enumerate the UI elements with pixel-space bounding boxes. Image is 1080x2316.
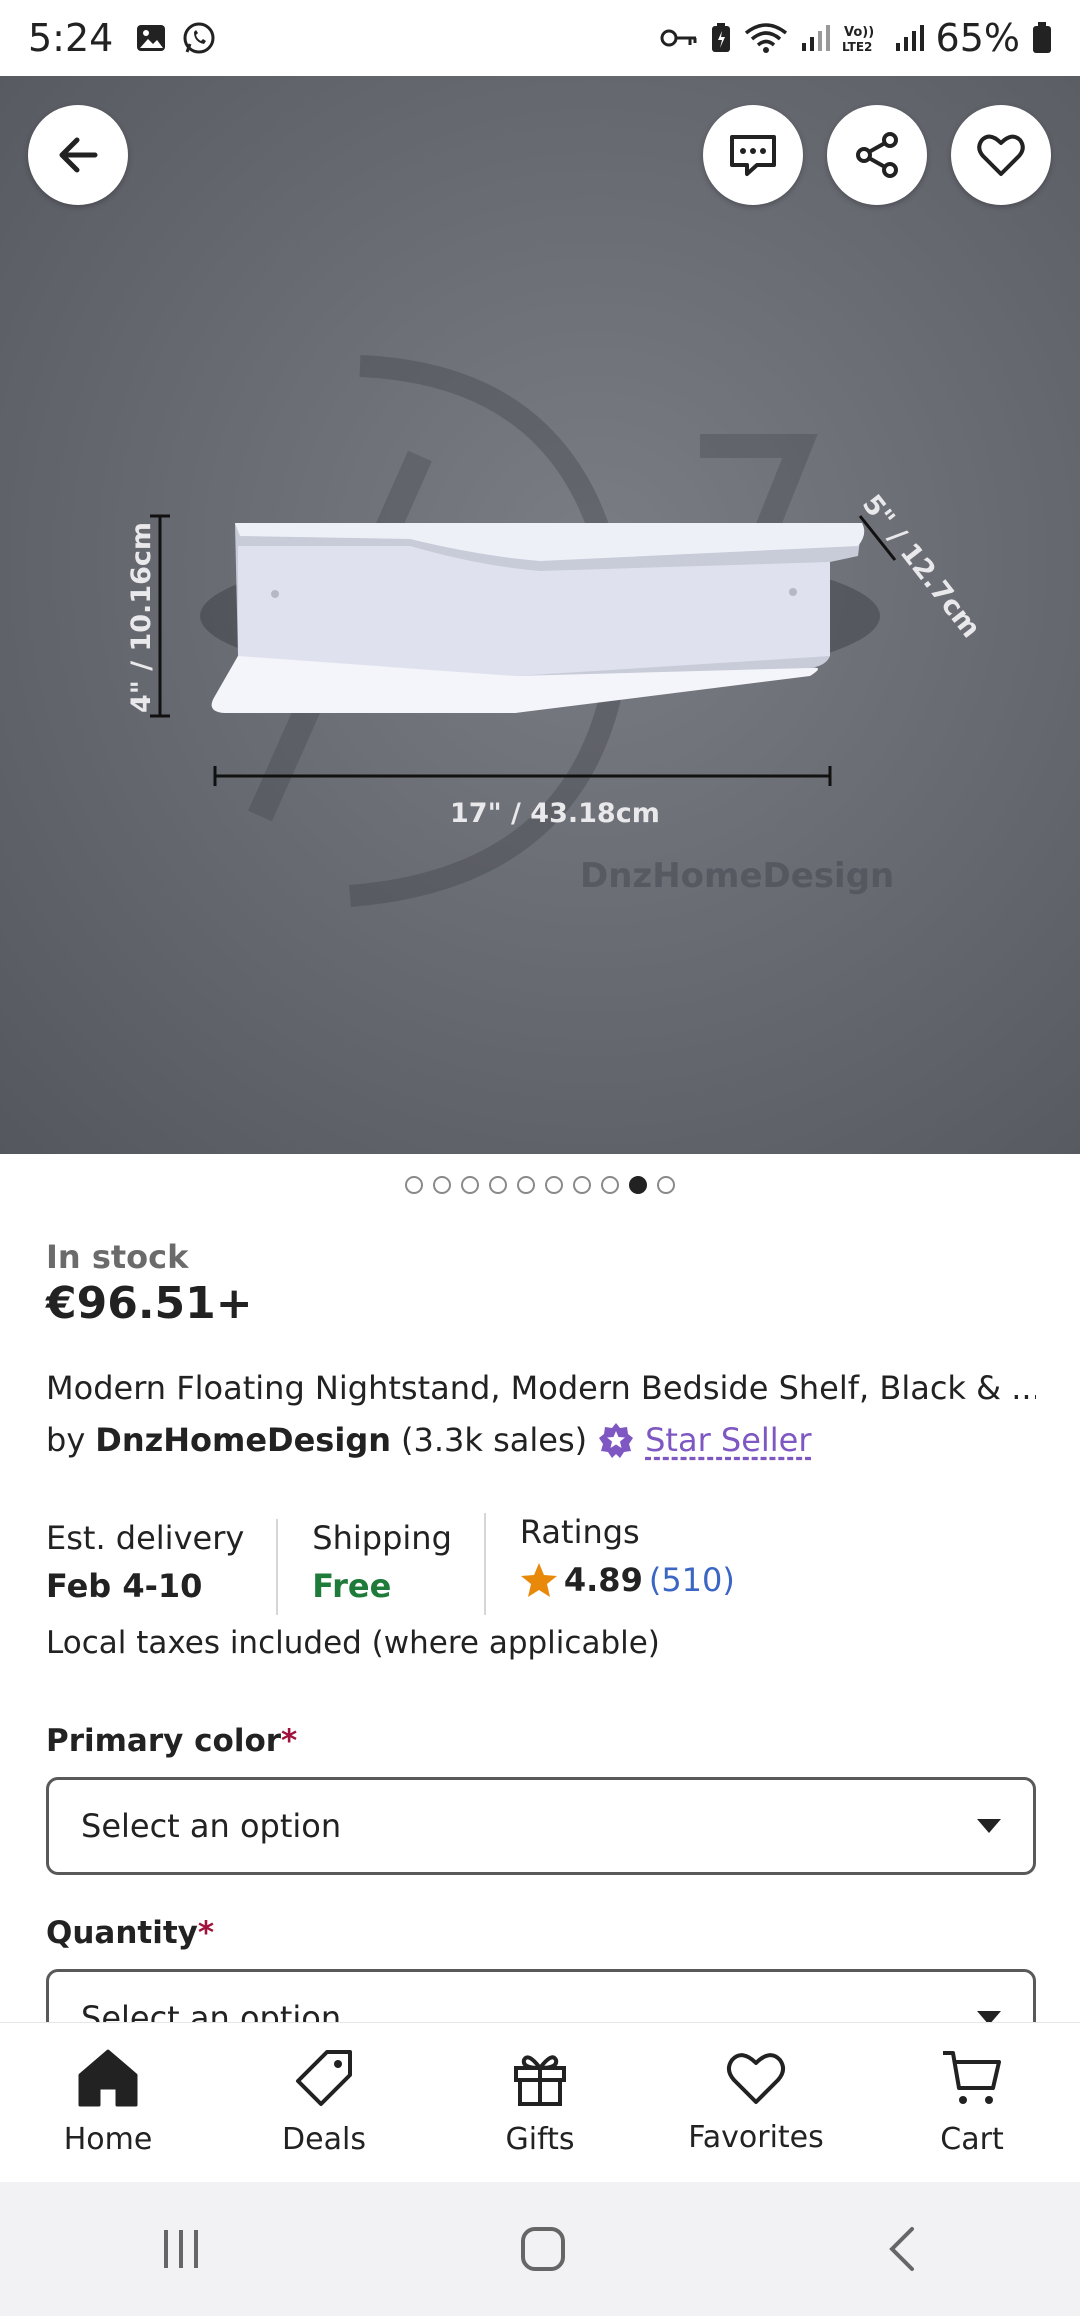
shipping-label: Shipping	[312, 1519, 452, 1557]
favorite-button[interactable]	[951, 105, 1051, 205]
nav-home[interactable]: Home	[8, 2048, 208, 2157]
carousel-dot[interactable]	[405, 1176, 423, 1194]
product-image[interactable]: 4" / 10.16cm 17" / 43.18cm 5" / 12.7cm D…	[0, 76, 1080, 1154]
wifi-icon	[744, 23, 787, 53]
home-system-icon[interactable]	[519, 2225, 567, 2273]
image-carousel-dots	[0, 1176, 1080, 1194]
stock-status: In stock	[46, 1238, 189, 1276]
share-button[interactable]	[827, 105, 927, 205]
ratings-label: Ratings	[519, 1513, 640, 1551]
nav-cart-label: Cart	[940, 2122, 1004, 2157]
seller-line: by DnzHomeDesign (3.3k sales) Star Selle…	[46, 1421, 1036, 1459]
volte-icon: Vo))LTE2	[842, 25, 874, 54]
primary-color-label-text: Primary color	[46, 1723, 282, 1759]
gift-icon	[514, 2055, 566, 2106]
taxes-note: Local taxes included (where applicable)	[46, 1625, 660, 1661]
nav-gifts[interactable]: Gifts	[440, 2048, 640, 2157]
rating-value-row: 4.89 (510)	[520, 1561, 735, 1599]
primary-color-label: Primary color*	[46, 1723, 1036, 1759]
star-seller-badge-icon	[599, 1423, 634, 1458]
carousel-dot[interactable]	[573, 1176, 591, 1194]
primary-color-placeholder: Select an option	[81, 1807, 342, 1845]
shipping-stat: Shipping Free	[276, 1519, 484, 1615]
carousel-dot[interactable]	[657, 1176, 675, 1194]
quantity-label: Quantity*	[46, 1915, 1036, 1951]
nav-home-label: Home	[63, 2122, 153, 2157]
carousel-dot[interactable]	[517, 1176, 535, 1194]
by-label: by	[46, 1421, 86, 1459]
battery-saver-icon	[711, 23, 730, 52]
delivery-value: Feb 4-10	[46, 1567, 203, 1605]
required-mark: *	[281, 1723, 298, 1759]
bottom-navigation: Home Deals Gifts Favorites Cart	[0, 2022, 1080, 2182]
quantity-label-text: Quantity	[46, 1915, 198, 1951]
rating-count-link[interactable]: (510)	[649, 1561, 735, 1599]
whatsapp-icon	[183, 22, 215, 54]
delivery-stat: Est. delivery Feb 4-10	[46, 1519, 276, 1615]
home-icon	[78, 2049, 138, 2107]
delivery-label: Est. delivery	[46, 1519, 245, 1557]
cart-icon	[943, 2051, 1001, 2104]
back-button[interactable]	[28, 105, 128, 205]
listing-stats: Est. delivery Feb 4-10 Shipping Free Rat…	[46, 1513, 1036, 1615]
system-navigation-bar	[0, 2182, 1080, 2316]
signal-icon-2	[895, 25, 924, 51]
chat-icon	[730, 135, 776, 176]
battery-icon	[1033, 22, 1051, 53]
carousel-dot-active[interactable]	[629, 1176, 647, 1194]
dimension-width: 17" / 43.18cm	[450, 798, 660, 829]
nav-cart[interactable]: Cart	[872, 2048, 1072, 2157]
arrow-left-icon	[59, 137, 98, 173]
carousel-dot[interactable]	[489, 1176, 507, 1194]
nav-gifts-label: Gifts	[505, 2122, 575, 2157]
signal-icon	[801, 25, 830, 51]
svg-text:Vo)): Vo))	[844, 25, 874, 40]
carousel-dot[interactable]	[461, 1176, 479, 1194]
listing-details: In stock €96.51+ Modern Floating Nightst…	[46, 1230, 1036, 2067]
vpn-key-icon	[660, 29, 697, 47]
rating-score: 4.89	[563, 1561, 643, 1599]
nav-favorites-label: Favorites	[688, 2120, 824, 2155]
nav-deals-label: Deals	[282, 2122, 366, 2157]
dimension-height: 4" / 10.16cm	[126, 521, 158, 714]
carousel-dot[interactable]	[433, 1176, 451, 1194]
recent-apps-icon[interactable]	[158, 2226, 204, 2272]
tag-icon	[296, 2050, 352, 2106]
share-icon	[856, 132, 898, 178]
nav-favorites[interactable]: Favorites	[656, 2050, 856, 2155]
gallery-icon	[137, 25, 166, 51]
star-seller-link[interactable]: Star Seller	[645, 1421, 811, 1459]
listing-title[interactable]: Modern Floating Nightstand, Modern Bedsi…	[46, 1369, 1036, 1407]
status-bar: 5:24 Vo)) LTE2 65%	[0, 0, 1080, 76]
nav-deals[interactable]: Deals	[224, 2048, 424, 2157]
star-icon	[520, 1563, 557, 1597]
shop-name-link[interactable]: DnzHomeDesign	[95, 1421, 391, 1459]
status-time: 5:24	[28, 16, 114, 60]
carousel-dot[interactable]	[545, 1176, 563, 1194]
price: €96.51+	[46, 1278, 253, 1329]
svg-text:LTE2: LTE2	[842, 40, 872, 54]
heart-icon	[977, 134, 1025, 176]
sales-count: (3.3k sales)	[401, 1421, 588, 1459]
ratings-stat[interactable]: Ratings 4.89 (510)	[483, 1513, 767, 1615]
required-mark: *	[197, 1915, 215, 1951]
carousel-dot[interactable]	[601, 1176, 619, 1194]
primary-color-select[interactable]: Select an option	[46, 1777, 1036, 1875]
heart-icon	[727, 2053, 785, 2104]
message-seller-button[interactable]	[703, 105, 803, 205]
image-watermark: DnzHomeDesign	[580, 856, 895, 896]
back-system-icon[interactable]	[882, 2225, 922, 2273]
shipping-value: Free	[312, 1567, 392, 1605]
shelf-illustration	[150, 355, 897, 907]
battery-percent: 65%	[935, 16, 1020, 60]
dropdown-caret-icon	[977, 1819, 1001, 1833]
